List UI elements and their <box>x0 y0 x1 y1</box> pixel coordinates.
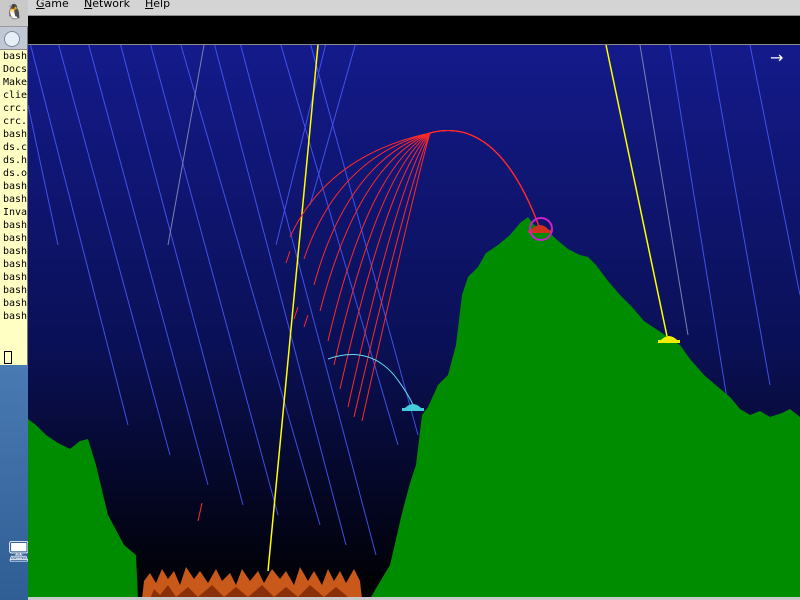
terminal-line: bash <box>3 51 27 62</box>
terminal-line: bash <box>3 220 27 231</box>
terminal-line: bash <box>3 233 27 244</box>
terminal-line: Inva <box>3 207 27 218</box>
terminal-line: bash <box>3 259 27 270</box>
terminal-line: bash <box>3 272 27 283</box>
terminal-line: bash <box>3 129 27 140</box>
desktop-top-strip: 🐧 <box>0 0 28 27</box>
status-bar <box>28 16 800 44</box>
terminal-line: bash <box>3 285 27 296</box>
terminal-line: Docs <box>3 64 27 75</box>
menu-help[interactable]: Help <box>145 0 170 10</box>
tux-icon[interactable]: 🐧 <box>5 2 24 22</box>
terminal-line: Make <box>3 77 27 88</box>
terminal-output: bash Docs Make clie crc. crc. bash ds.c ds.h ds.o… <box>0 50 27 323</box>
terminal-line: bash <box>3 298 27 309</box>
terminal-line: bash <box>3 311 27 322</box>
terminal-line: clie <box>3 90 27 101</box>
terminal-line: crc. <box>3 103 27 114</box>
menu-bar: Game Network Help <box>28 0 800 16</box>
terminal-cursor <box>4 351 12 364</box>
right-arrow-icon[interactable]: → <box>770 50 783 66</box>
battlefield[interactable] <box>28 44 800 599</box>
terminal-line: ds.c <box>3 142 27 153</box>
window-menu-button[interactable] <box>4 31 20 47</box>
menu-network[interactable]: Network <box>84 0 130 10</box>
terminal-line: ds.h <box>3 155 27 166</box>
computer-icon[interactable]: 🖥 <box>6 540 31 576</box>
menu-game[interactable]: Game <box>36 0 69 10</box>
terminal-line: crc. <box>3 116 27 127</box>
terminal-titlebar[interactable] <box>0 27 27 50</box>
terminal-line: bash <box>3 194 27 205</box>
terminal-window[interactable]: bash Docs Make clie crc. crc. bash ds.c ds.h ds.o… <box>0 27 28 366</box>
terminal-line: bash <box>3 181 27 192</box>
terminal-line: bash <box>3 246 27 257</box>
terminal-line: ds.o <box>3 168 27 179</box>
